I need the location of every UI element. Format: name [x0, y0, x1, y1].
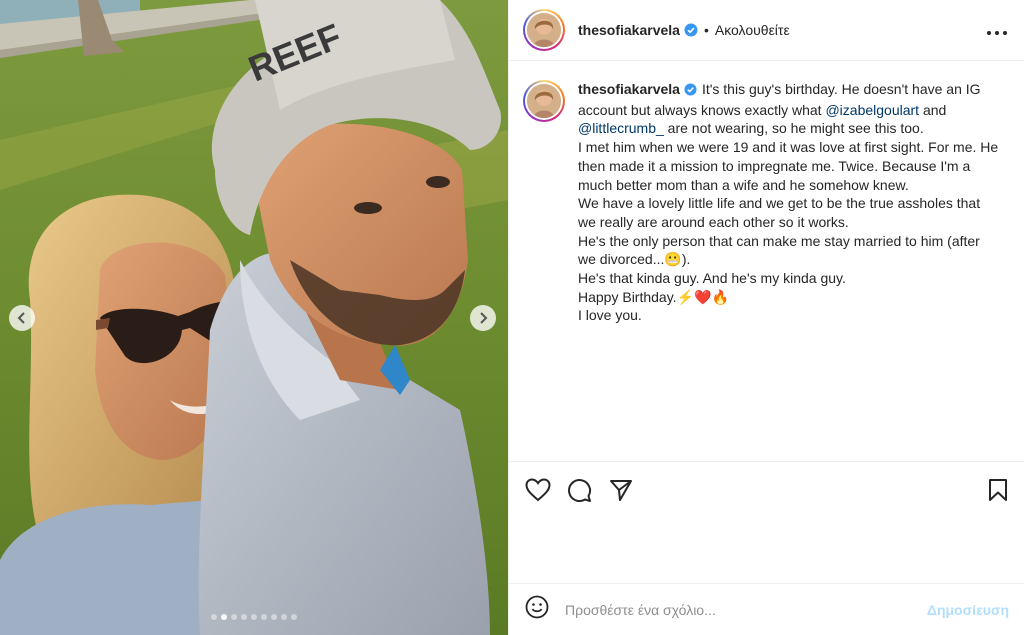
- selfie-photo: REEF: [0, 0, 508, 635]
- bookmark-icon[interactable]: [987, 478, 1009, 507]
- carousel-dot: [241, 614, 247, 620]
- caption-line: then made it a mission to impregnate me.…: [578, 157, 1010, 176]
- caption-line: account but always knows exactly what @i…: [578, 101, 1010, 120]
- caption-line: I love you.: [578, 306, 1010, 325]
- carousel-dot: [281, 614, 287, 620]
- caption-segment: It's this guy's birthday. He doesn't hav…: [701, 81, 981, 97]
- post-header: thesofiakarvela • Ακολουθείτε: [509, 0, 1024, 61]
- caption-avatar[interactable]: [523, 80, 565, 122]
- caption-line: we really are around each other so it wo…: [578, 213, 1010, 232]
- caption-avatar-photo: [527, 84, 561, 118]
- caption-segment: 😬: [664, 251, 682, 268]
- mention-link[interactable]: @izabelgoulart: [825, 102, 919, 118]
- carousel-dot: [221, 614, 227, 620]
- carousel-dot: [261, 614, 267, 620]
- caption-segment: we really are around each other so it wo…: [578, 213, 849, 230]
- carousel-dot: [271, 614, 277, 620]
- chevron-left-icon: [17, 312, 25, 324]
- caption-segment: we divorced...: [578, 251, 665, 268]
- caption-segment: and: [919, 101, 947, 118]
- caption-segment: are not wearing, so he might see this to…: [663, 120, 924, 137]
- post-comment-button[interactable]: Δημοσίευση: [927, 602, 1009, 618]
- carousel-next-button[interactable]: [470, 305, 496, 331]
- post-panel: thesofiakarvela • Ακολουθείτε thesofiaka…: [508, 0, 1024, 635]
- verified-badge-icon: [684, 82, 697, 101]
- carousel-dot: [231, 614, 237, 620]
- caption-text: thesofiakarvela It's this guy's birthday.…: [578, 80, 1010, 325]
- caption-line: We have a lovely little life and we get …: [578, 194, 1010, 213]
- caption-segment: He's the only person that can make me st…: [578, 232, 980, 249]
- send-icon[interactable]: [609, 478, 633, 507]
- carousel-dot: [291, 614, 297, 620]
- caption-segment: ⚡❤️🔥: [676, 288, 729, 305]
- follow-status-button[interactable]: Ακολουθείτε: [715, 22, 790, 38]
- post-caption: thesofiakarvela It's this guy's birthday.…: [523, 80, 1019, 325]
- post-actions: [509, 461, 1024, 583]
- carousel-dot: [251, 614, 257, 620]
- caption-line: He's the only person that can make me st…: [578, 232, 1010, 251]
- caption-segment: ).: [681, 251, 691, 268]
- carousel-indicator: [0, 614, 508, 620]
- caption-line: @littlecrumb_ are not wearing, so he mig…: [578, 119, 1010, 138]
- comment-input[interactable]: [565, 601, 927, 618]
- caption-segment: Happy Birthday.: [578, 288, 677, 305]
- mention-link[interactable]: @littlecrumb_: [578, 120, 664, 136]
- post-media[interactable]: REEF: [0, 0, 508, 635]
- caption-line: thesofiakarvela It's this guy's birthday.…: [578, 80, 1010, 101]
- avatar[interactable]: [523, 9, 565, 51]
- header-separator: •: [703, 22, 709, 38]
- caption-segment: then made it a mission to impregnate me.…: [578, 157, 971, 174]
- caption-segment: account but always knows exactly what: [578, 101, 826, 118]
- heart-icon[interactable]: [525, 478, 551, 507]
- header-username[interactable]: thesofiakarvela: [578, 22, 680, 38]
- caption-segment: much better mom than a wife and he someh…: [578, 176, 909, 193]
- caption-line: I met him when we were 19 and it was lov…: [578, 138, 1010, 157]
- chevron-right-icon: [480, 312, 488, 324]
- caption-line: Happy Birthday.⚡❤️🔥: [578, 288, 1010, 307]
- caption-segment: He's that kinda guy. And he's my kinda g…: [578, 270, 846, 287]
- emoji-icon[interactable]: [525, 595, 549, 624]
- avatar-photo: [527, 13, 561, 47]
- caption-username[interactable]: thesofiakarvela: [578, 81, 680, 97]
- instagram-post: REEF thesofiakarvela • Ακολουθείτε theso…: [0, 0, 1024, 635]
- carousel-prev-button[interactable]: [9, 305, 35, 331]
- caption-segment: I love you.: [578, 307, 642, 324]
- caption-segment: I met him when we were 19 and it was lov…: [578, 139, 999, 156]
- comment-icon[interactable]: [567, 478, 592, 508]
- verified-badge-icon: [684, 23, 698, 37]
- carousel-dot: [211, 614, 217, 620]
- caption-line: we divorced...😬).: [578, 250, 1010, 269]
- caption-segment: We have a lovely little life and we get …: [578, 195, 981, 212]
- more-horizontal-icon[interactable]: [986, 20, 1008, 40]
- comment-bar: Δημοσίευση: [509, 583, 1024, 635]
- caption-line: much better mom than a wife and he someh…: [578, 176, 1010, 195]
- caption-line: He's that kinda guy. And he's my kinda g…: [578, 269, 1010, 288]
